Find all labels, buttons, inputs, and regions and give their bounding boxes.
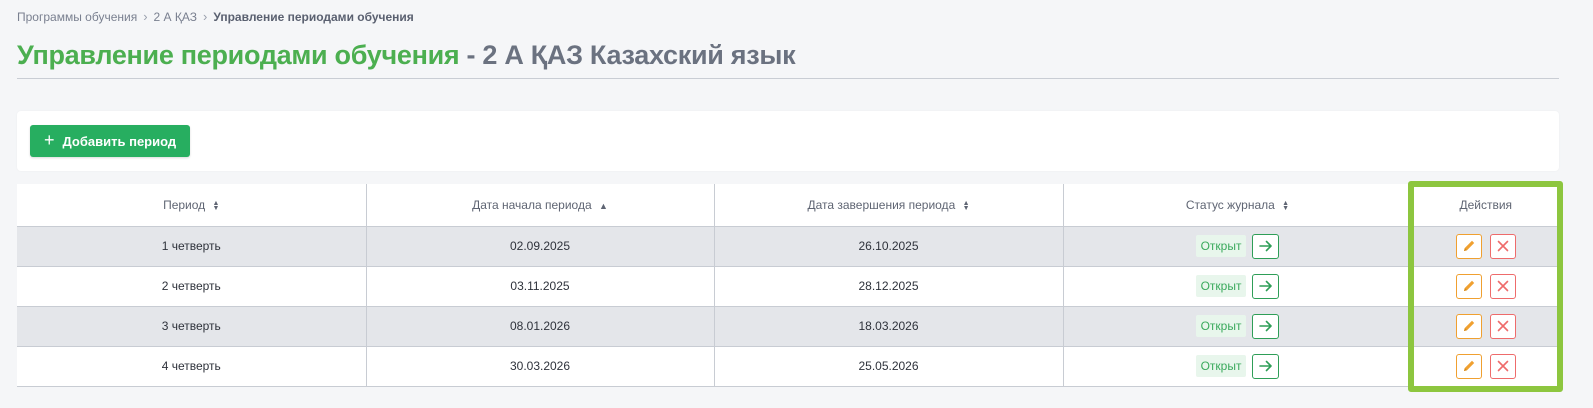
toolbar: + Добавить период <box>17 111 1559 171</box>
cell-start-date: 30.03.2026 <box>366 346 715 387</box>
close-icon <box>1497 240 1509 252</box>
arrow-right-icon <box>1259 320 1272 332</box>
cell-start-date: 02.09.2025 <box>366 226 715 267</box>
arrow-right-icon <box>1259 280 1272 292</box>
breadcrumb-current: Управление периодами обучения <box>213 9 414 24</box>
delete-button[interactable] <box>1489 313 1516 339</box>
breadcrumb-class[interactable]: 2 А ҚАЗ <box>154 10 197 24</box>
breadcrumb-programs[interactable]: Программы обучения <box>17 10 137 24</box>
close-icon <box>1497 280 1509 292</box>
arrow-right-icon <box>1259 240 1272 252</box>
breadcrumb: Программы обучения › 2 А ҚАЗ › Управлени… <box>17 9 414 24</box>
status-badge: Открыт <box>1195 315 1247 337</box>
status-badge: Открыт <box>1195 355 1247 377</box>
cell-period: 4 четверть <box>17 346 367 387</box>
arrow-right-icon <box>1259 360 1272 372</box>
open-journal-button[interactable] <box>1252 313 1280 339</box>
status-badge: Открыт <box>1195 235 1247 257</box>
close-icon <box>1497 320 1509 332</box>
sort-icon: ▲ ▼ <box>962 199 970 212</box>
table-row: 1 четверть 02.09.2025 26.10.2025 Открыт <box>17 226 1559 267</box>
column-header-status[interactable]: Статус журнала ▲ ▼ <box>1063 184 1413 227</box>
open-journal-button[interactable] <box>1252 353 1280 379</box>
column-header-actions: Действия <box>1412 184 1559 227</box>
cell-actions <box>1412 266 1559 307</box>
cell-status: Открыт <box>1063 346 1413 387</box>
plus-icon: + <box>44 130 55 150</box>
edit-button[interactable] <box>1455 353 1482 379</box>
column-header-end-date[interactable]: Дата завершения периода ▲ ▼ <box>714 184 1064 227</box>
close-icon <box>1497 360 1509 372</box>
cell-end-date: 28.12.2025 <box>714 266 1064 307</box>
page-title-subject: - 2 А ҚАЗ Казахский язык <box>459 40 796 70</box>
column-header-start-date[interactable]: Дата начала периода ▲ <box>366 184 715 227</box>
pencil-icon <box>1463 320 1474 331</box>
cell-status: Открыт <box>1063 266 1413 307</box>
add-period-button[interactable]: + Добавить период <box>30 125 191 157</box>
cell-status: Открыт <box>1063 226 1413 267</box>
chevron-right-icon: › <box>143 9 148 24</box>
periods-table: Период ▲ ▼ Дата начала периода ▲ Дата зав… <box>17 184 1559 387</box>
delete-button[interactable] <box>1489 233 1516 259</box>
cell-actions <box>1412 346 1559 387</box>
table-row: 3 четверть 08.01.2026 18.03.2026 Открыт <box>17 306 1559 347</box>
pencil-icon <box>1463 280 1474 291</box>
cell-start-date: 08.01.2026 <box>366 306 715 347</box>
chevron-right-icon: › <box>203 9 208 24</box>
table-row: 4 четверть 30.03.2026 25.05.2026 Открыт <box>17 346 1559 387</box>
cell-period: 3 четверть <box>17 306 367 347</box>
sort-icon: ▲ ▼ <box>1282 199 1290 212</box>
cell-end-date: 26.10.2025 <box>714 226 1064 267</box>
open-journal-button[interactable] <box>1252 233 1280 259</box>
page-title: Управление периодами обучения - 2 А ҚАЗ … <box>17 40 796 71</box>
cell-period: 1 четверть <box>17 226 367 267</box>
edit-button[interactable] <box>1455 273 1482 299</box>
cell-status: Открыт <box>1063 306 1413 347</box>
edit-button[interactable] <box>1455 233 1482 259</box>
sort-asc-icon: ▲ <box>598 200 608 211</box>
delete-button[interactable] <box>1489 353 1516 379</box>
cell-start-date: 03.11.2025 <box>366 266 715 307</box>
cell-end-date: 18.03.2026 <box>714 306 1064 347</box>
column-header-period[interactable]: Период ▲ ▼ <box>17 184 367 227</box>
status-badge: Открыт <box>1195 275 1247 297</box>
add-period-label: Добавить период <box>62 133 177 149</box>
open-journal-button[interactable] <box>1252 273 1280 299</box>
cell-actions <box>1412 226 1559 267</box>
edit-button[interactable] <box>1455 313 1482 339</box>
sort-icon: ▲ ▼ <box>212 199 220 212</box>
table-row: 2 четверть 03.11.2025 28.12.2025 Открыт <box>17 266 1559 307</box>
title-divider <box>17 78 1559 79</box>
page-title-main: Управление периодами обучения <box>17 40 460 70</box>
pencil-icon <box>1463 240 1474 251</box>
cell-period: 2 четверть <box>17 266 367 307</box>
pencil-icon <box>1463 360 1474 371</box>
delete-button[interactable] <box>1489 273 1516 299</box>
table-header-row: Период ▲ ▼ Дата начала периода ▲ Дата зав… <box>17 184 1559 227</box>
cell-end-date: 25.05.2026 <box>714 346 1064 387</box>
cell-actions <box>1412 306 1559 347</box>
